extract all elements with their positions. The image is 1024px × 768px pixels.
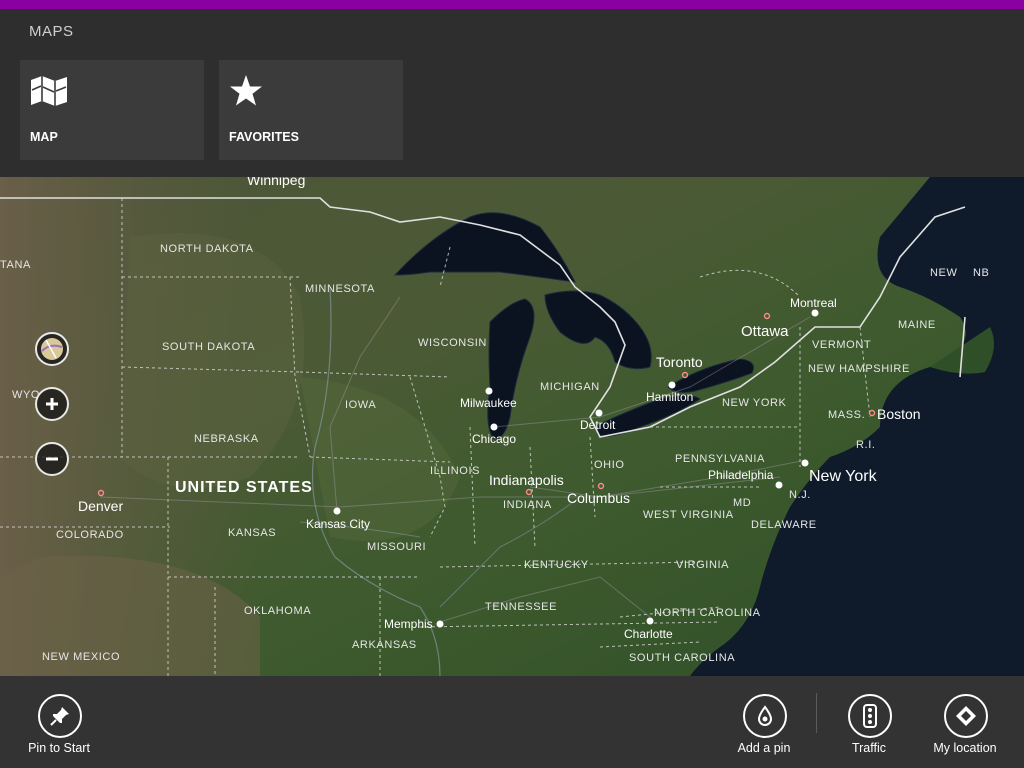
zoom-in-button[interactable] xyxy=(35,387,69,421)
state-label: NEBRASKA xyxy=(194,433,259,445)
state-label: NORTH DAKOTA xyxy=(160,243,254,255)
state-label: TANA xyxy=(0,259,31,271)
big-city-label: Boston xyxy=(877,406,921,422)
state-label: NEW MEXICO xyxy=(42,651,120,663)
state-label: IOWA xyxy=(345,399,376,411)
traffic-button[interactable]: Traffic xyxy=(819,676,919,768)
state-label: SOUTH DAKOTA xyxy=(162,341,255,353)
pin-icon xyxy=(38,694,82,738)
pin-to-start-label: Pin to Start xyxy=(28,741,90,755)
state-label: KENTUCKY xyxy=(524,559,589,571)
big-city-label: New York xyxy=(809,468,878,485)
traffic-label: Traffic xyxy=(851,741,887,755)
state-label: NEW YORK xyxy=(722,397,787,409)
city-label: Charlotte xyxy=(624,627,673,641)
road-map-icon xyxy=(41,338,63,360)
my-location-label: My location xyxy=(933,741,997,755)
city-label: Memphis xyxy=(384,617,433,631)
big-city-label: Montreal xyxy=(790,296,837,310)
city-label: Indianapolis xyxy=(489,472,564,488)
state-label: MINNESOTA xyxy=(305,283,375,295)
top-navigation-panel: MAPS MAP FAVORITES xyxy=(0,9,1024,177)
drop-pin-icon xyxy=(743,694,787,738)
app-bar: Pin to Start Add a pin Traffic My locati… xyxy=(0,676,1024,768)
appbar-separator xyxy=(816,693,817,733)
big-city-label: Toronto xyxy=(656,354,703,370)
state-label: VIRGINIA xyxy=(676,559,729,571)
city-label: Winnipeg xyxy=(247,177,305,188)
state-label: NORTH CAROLINA xyxy=(654,607,761,619)
app-title: MAPS xyxy=(29,23,74,40)
state-label: NEW HAMPSHIRE xyxy=(808,363,910,375)
map-tile-label: MAP xyxy=(30,130,58,144)
city-label: Columbus xyxy=(567,490,630,506)
state-label: MD xyxy=(733,497,751,509)
city-label: Milwaukee xyxy=(460,396,517,410)
state-label: KANSAS xyxy=(228,527,276,539)
favorites-tile[interactable]: FAVORITES xyxy=(219,60,403,160)
big-city-label: Ottawa xyxy=(741,323,789,340)
state-label: PENNSYLVANIA xyxy=(675,453,765,465)
state-label: NEW xyxy=(930,267,957,279)
zoom-out-button[interactable] xyxy=(35,442,69,476)
city-label: Detroit xyxy=(580,418,616,432)
accent-bar xyxy=(0,0,1024,9)
country-label: UNITED STATES xyxy=(175,479,313,496)
state-label: OKLAHOMA xyxy=(244,605,311,617)
city-label: Philadelphia xyxy=(708,468,774,482)
state-label: DELAWARE xyxy=(751,519,817,531)
state-label: WISCONSIN xyxy=(418,337,487,349)
city-label: Hamilton xyxy=(646,390,693,404)
state-label: SOUTH CAROLINA xyxy=(629,652,735,664)
state-label: COLORADO xyxy=(56,529,124,541)
city-label: Kansas City xyxy=(306,517,370,531)
satellite-map: NORTH DAKOTA MINNESOTA SOUTH DAKOTA WISC… xyxy=(0,177,1024,676)
map-style-button[interactable] xyxy=(35,332,69,366)
map-icon xyxy=(30,74,68,113)
state-label: MICHIGAN xyxy=(540,381,600,393)
state-label: VERMONT xyxy=(812,339,871,351)
plus-icon xyxy=(46,398,58,410)
state-label: WEST VIRGINIA xyxy=(643,509,734,521)
state-label: OHIO xyxy=(594,459,625,471)
state-label: ILLINOIS xyxy=(430,465,480,477)
star-icon xyxy=(229,74,263,113)
state-label: NB xyxy=(973,267,989,279)
add-a-pin-label: Add a pin xyxy=(737,741,791,755)
state-label: N.J. xyxy=(789,489,811,501)
my-location-button[interactable]: My location xyxy=(915,676,1015,768)
state-label: MAINE xyxy=(898,319,936,331)
state-label: R.I. xyxy=(856,439,876,451)
map-view[interactable]: NORTH DAKOTA MINNESOTA SOUTH DAKOTA WISC… xyxy=(0,177,1024,676)
state-label: MISSOURI xyxy=(367,541,426,553)
city-label: Chicago xyxy=(472,432,516,446)
location-diamond-icon xyxy=(944,694,988,738)
add-a-pin-button[interactable]: Add a pin xyxy=(714,676,814,768)
traffic-light-icon xyxy=(848,694,892,738)
favorites-tile-label: FAVORITES xyxy=(229,130,299,144)
map-tile[interactable]: MAP xyxy=(20,60,204,160)
pin-to-start-button[interactable]: Pin to Start xyxy=(9,676,109,768)
state-label: TENNESSEE xyxy=(485,601,557,613)
minus-icon xyxy=(46,457,58,461)
state-label: INDIANA xyxy=(503,499,552,511)
state-label: MASS. xyxy=(828,409,865,421)
state-label: ARKANSAS xyxy=(352,639,417,651)
city-label: Denver xyxy=(78,498,123,514)
